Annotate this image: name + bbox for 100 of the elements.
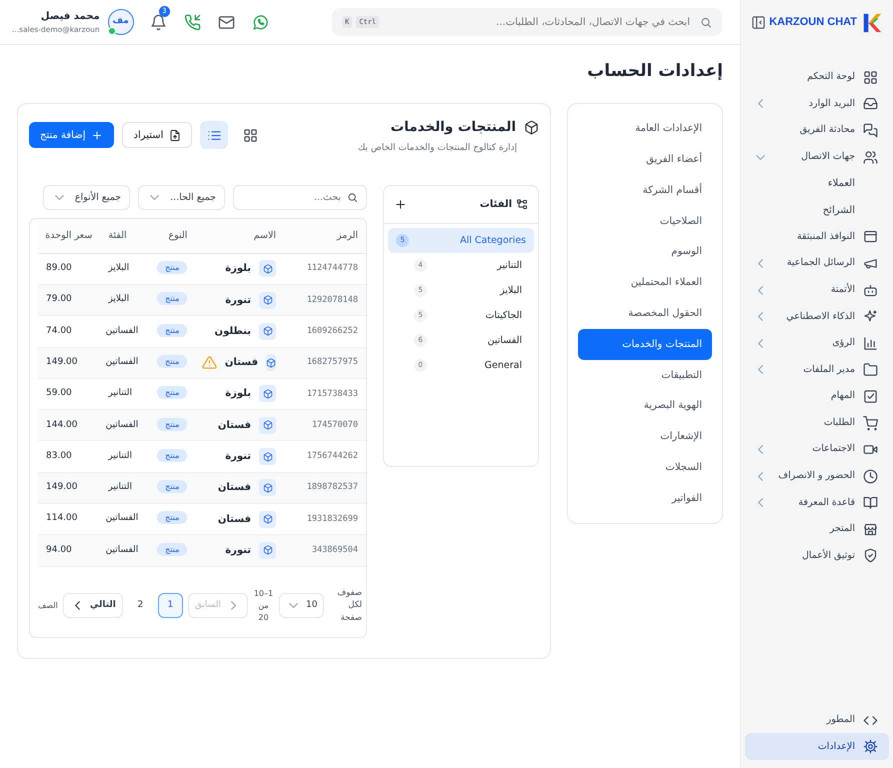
sidebar-item[interactable]: النوافذ المنبثقة <box>745 224 889 250</box>
table-cell: التنانير <box>100 440 146 472</box>
table-cell: 144.00 <box>38 410 100 441</box>
rows-per-page-select[interactable]: 10 <box>279 593 324 618</box>
file-upload-icon <box>169 128 182 143</box>
sidebar-item[interactable]: الذكاء الاصطناعي <box>745 303 889 330</box>
settings-menu-item[interactable]: المنتجات والخدمات <box>578 328 712 360</box>
settings-menu-item[interactable]: أعضاء الفريق <box>578 144 712 175</box>
settings-menu-item[interactable]: الوسوم <box>578 236 712 268</box>
type-tag: منتج <box>157 292 188 306</box>
add-product-button[interactable]: إضافة منتج <box>29 122 114 148</box>
user-avatar[interactable]: مف <box>108 9 134 35</box>
bar-chart-icon <box>863 336 878 351</box>
panel-title: الفئات <box>480 198 512 212</box>
page-label: الصف <box>38 600 58 612</box>
box-icon <box>262 452 272 462</box>
notifications-icon[interactable] <box>150 14 168 30</box>
settings-menu-item[interactable]: الحقول المخصصة <box>578 298 712 329</box>
sidebar-item[interactable]: الحضور و الانصراف <box>745 462 889 490</box>
settings-menu-item[interactable]: التطبيقات <box>578 360 712 391</box>
sidebar-subitem[interactable]: الشرائح <box>745 196 889 224</box>
sidebar-item[interactable]: البريد الوارد <box>745 90 889 118</box>
mail-icon[interactable] <box>218 14 236 30</box>
category-name: General <box>484 358 522 373</box>
settings-menu-item[interactable]: الإعدادات العامة <box>578 113 712 144</box>
whatsapp-icon[interactable] <box>252 14 270 30</box>
sidebar-item[interactable]: قاعدة المعرفة <box>745 490 889 516</box>
page-title: إعدادات الحساب <box>586 61 723 82</box>
page-button[interactable]: 1 <box>158 593 183 618</box>
status-filter[interactable]: جميع الحا... <box>138 185 225 210</box>
table-cell: 343869504 <box>284 534 366 566</box>
page-button[interactable]: 2 <box>128 593 153 618</box>
user-name: محمد فيصل <box>40 10 100 24</box>
sidebar-item[interactable]: لوحة التحكم <box>745 64 889 91</box>
table-cell: 1292078148 <box>284 284 366 316</box>
sidebar-item[interactable]: الرؤى <box>745 330 889 357</box>
table-cell: الفساتين <box>100 410 146 441</box>
sidebar-item[interactable]: جهات الاتصال <box>745 144 889 170</box>
box-icon <box>262 545 272 556</box>
logo-icon <box>861 12 883 34</box>
product-name[interactable]: بلوزة <box>225 386 251 402</box>
type-tag: منتج <box>157 418 188 431</box>
settings-menu-item[interactable]: الإشعارات <box>578 421 712 452</box>
settings-menu-item[interactable]: العملاء المحتملين <box>578 267 712 298</box>
product-name[interactable]: فستان <box>218 512 251 527</box>
cart-icon <box>863 416 878 431</box>
sidebar-item[interactable]: المهام <box>745 383 889 410</box>
search-box[interactable]: بحث... <box>233 185 367 210</box>
sidebar-item[interactable]: المطور <box>745 706 889 734</box>
sidebar-item[interactable]: الرسائل الجماعية <box>745 250 889 277</box>
users-icon <box>863 150 878 165</box>
product-name[interactable]: فستان <box>218 480 251 496</box>
sidebar-item[interactable]: مدير الملفات <box>745 356 889 384</box>
settings-menu-item[interactable]: أقسام الشركة <box>578 174 712 206</box>
product-name[interactable]: بنطلون <box>214 324 251 339</box>
box-icon <box>262 482 272 493</box>
sidebar-item[interactable]: محادثة الفريق <box>745 117 889 144</box>
settings-menu-item[interactable]: الفواتير <box>578 482 712 514</box>
phone-icon[interactable] <box>184 14 202 30</box>
sidebar-item[interactable]: الاجتماعات <box>745 436 889 463</box>
type-tag: منتج <box>157 324 188 337</box>
sidebar-item[interactable]: الإعدادات <box>745 733 889 760</box>
product-name[interactable]: بلوزة <box>225 261 251 276</box>
robot-icon <box>863 282 878 298</box>
sidebar-item[interactable]: الطلبات <box>745 410 889 436</box>
type-tag: منتج <box>157 448 188 462</box>
sidebar-item[interactable]: توثيق الأعمال <box>745 542 889 570</box>
table-cell: التنانير <box>100 472 146 504</box>
rows-per-page-label: صفوف لكل صفحة <box>336 586 362 625</box>
collapse-sidebar-icon[interactable] <box>751 15 766 30</box>
box-icon <box>262 264 272 274</box>
settings-icon <box>863 739 878 754</box>
type-filter[interactable]: جميع الأنواع <box>42 185 130 210</box>
box-icon <box>262 514 272 524</box>
settings-menu-item[interactable]: الهوية البصرية <box>578 390 712 422</box>
category-name: الجاكيتات <box>485 308 522 323</box>
product-name[interactable]: تنورة <box>225 292 251 308</box>
search-input[interactable]: ابحث في جهات الاتصال، المحادثات، الطلبات... <box>387 14 692 30</box>
product-name[interactable]: فستان <box>224 355 258 370</box>
settings-menu-item[interactable]: السجلات <box>578 452 712 483</box>
window-icon <box>863 229 878 244</box>
next-page-button[interactable]: التالي <box>62 593 123 618</box>
sidebar-item[interactable]: الأتمتة <box>745 276 889 304</box>
product-name[interactable]: تنورة <box>225 542 251 558</box>
sidebar-item[interactable]: المتجر <box>745 516 889 543</box>
chat-bubbles-icon <box>863 122 878 138</box>
sidebar-subitem[interactable]: العملاء <box>745 170 889 197</box>
box-icon <box>524 120 539 136</box>
list-view-button[interactable] <box>200 121 228 150</box>
settings-menu-item[interactable]: الصلاحيات <box>578 206 712 237</box>
grid-icon <box>242 128 258 143</box>
add-category-button[interactable] <box>394 198 407 212</box>
import-button[interactable]: استيراد <box>122 122 192 148</box>
product-name[interactable]: فستان <box>218 418 251 433</box>
box-icon <box>262 420 272 430</box>
store-icon <box>863 522 878 537</box>
table-cell: 149.00 <box>38 472 100 504</box>
product-name[interactable]: تنورة <box>225 449 251 464</box>
category-name: All Categories <box>460 234 526 248</box>
clock-icon <box>863 468 878 484</box>
